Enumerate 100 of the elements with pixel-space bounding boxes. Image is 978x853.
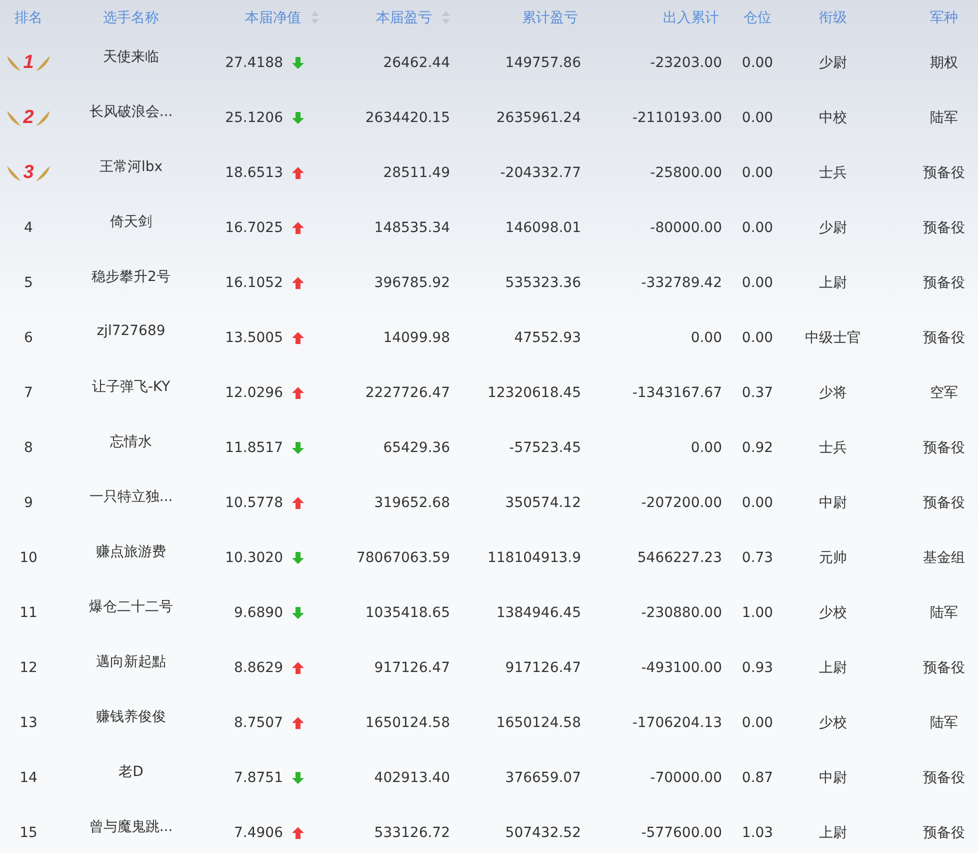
rank-number: 13: [20, 714, 38, 730]
rank-number: 15: [20, 824, 38, 840]
net-inflow-value: -2110193.00: [632, 110, 722, 126]
net-value: 7.8751: [234, 770, 283, 786]
player-name: 忘情水: [110, 433, 152, 451]
service-branch: 陆军: [930, 108, 958, 126]
military-rank: 上尉: [819, 274, 847, 292]
service-branch: 预备役: [923, 164, 965, 182]
player-name: zjl727689: [96, 323, 166, 339]
profit-loss-value: 917126.47: [374, 660, 450, 676]
profit-loss-value: 396785.92: [374, 274, 450, 290]
column-header[interactable]: 本届盈亏: [376, 8, 450, 26]
military-rank: 士兵: [819, 438, 847, 456]
service-branch: 基金组: [923, 548, 965, 566]
military-rank: 士兵: [819, 164, 847, 182]
column-header[interactable]: 选手名称: [103, 8, 159, 26]
service-branch: 预备役: [923, 328, 965, 346]
profit-loss-value: 78067063.59: [356, 550, 450, 566]
net-value: 8.7507: [234, 714, 283, 730]
player-name: 曾与魔鬼跳...: [89, 818, 173, 836]
net-value: 11.8517: [225, 440, 283, 456]
column-header[interactable]: 衔级: [819, 8, 847, 26]
military-rank: 中级士官: [805, 328, 861, 346]
column-header[interactable]: 出入累计: [663, 8, 719, 26]
player-name: 爆仓二十二号: [89, 598, 173, 616]
position-value: 0.92: [742, 440, 774, 456]
net-value: 16.7025: [225, 220, 283, 236]
service-branch: 空军: [930, 384, 958, 402]
service-branch: 预备役: [923, 438, 965, 456]
column-header[interactable]: 军种: [930, 8, 958, 26]
total-profit-loss-value: 47552.93: [514, 330, 581, 346]
column-header[interactable]: 本届净值: [245, 8, 319, 26]
rank-number: 4: [24, 220, 33, 236]
military-rank: 上尉: [819, 824, 847, 842]
player-name: 长风破浪会...: [89, 103, 173, 121]
net-inflow-value: -230880.00: [641, 604, 722, 620]
total-profit-loss-value: 149757.86: [505, 54, 581, 70]
total-profit-loss-value: 376659.07: [505, 770, 581, 786]
net-inflow-value: -70000.00: [650, 770, 722, 786]
net-inflow-value: -80000.00: [650, 220, 722, 236]
position-value: 0.93: [742, 660, 774, 676]
profit-loss-value: 533126.72: [374, 824, 450, 840]
net-inflow-value: -493100.00: [641, 660, 722, 676]
player-name: 老D: [118, 763, 144, 781]
military-rank: 少校: [819, 714, 847, 732]
net-value: 16.1052: [225, 274, 283, 290]
service-branch: 预备役: [923, 658, 965, 676]
service-branch: 期权: [930, 54, 958, 72]
net-inflow-value: 5466227.23: [637, 550, 722, 566]
net-inflow-value: -577600.00: [641, 824, 722, 840]
net-inflow-value: -1706204.13: [632, 714, 722, 730]
total-profit-loss-value: -204332.77: [500, 164, 581, 180]
player-name: 天使来临: [103, 48, 159, 66]
profit-loss-value: 2227726.47: [365, 384, 450, 400]
column-header[interactable]: 累计盈亏: [522, 8, 578, 26]
net-value: 13.5005: [225, 330, 283, 346]
total-profit-loss-value: 118104913.9: [487, 550, 581, 566]
military-rank: 少尉: [819, 218, 847, 236]
rank-number: 9: [24, 494, 33, 510]
profit-loss-value: 319652.68: [374, 494, 450, 510]
net-inflow-value: -25800.00: [650, 164, 722, 180]
military-rank: 元帅: [819, 548, 847, 566]
total-profit-loss-value: -57523.45: [509, 440, 581, 456]
column-header[interactable]: 排名: [14, 8, 42, 26]
position-value: 0.00: [742, 330, 774, 346]
column-header[interactable]: 仓位: [744, 8, 772, 26]
profit-loss-value: 1650124.58: [365, 714, 450, 730]
position-value: 0.00: [742, 54, 774, 70]
net-inflow-value: -207200.00: [641, 494, 722, 510]
net-value: 10.5778: [225, 494, 283, 510]
position-value: 0.00: [742, 714, 774, 730]
sort-icon[interactable]: [442, 11, 450, 24]
total-profit-loss-value: 2635961.24: [496, 110, 581, 126]
position-value: 0.87: [742, 770, 774, 786]
service-branch: 预备役: [923, 274, 965, 292]
service-branch: 预备役: [923, 494, 965, 512]
net-value: 27.4188: [225, 54, 283, 70]
total-profit-loss-value: 917126.47: [505, 660, 581, 676]
sort-icon[interactable]: [311, 11, 319, 24]
rank-number: 6: [24, 330, 33, 346]
profit-loss-value: 402913.40: [374, 770, 450, 786]
net-inflow-value: 0.00: [690, 440, 722, 456]
total-profit-loss-value: 1384946.45: [496, 604, 581, 620]
profit-loss-value: 14099.98: [383, 330, 450, 346]
rank-number: 11: [20, 604, 38, 620]
player-name: 让子弹飞-KY: [92, 378, 170, 396]
military-rank: 中校: [819, 108, 847, 126]
net-value: 10.3020: [225, 550, 283, 566]
net-inflow-value: -23203.00: [650, 54, 722, 70]
service-branch: 预备役: [923, 768, 965, 786]
player-name: 邁向新起點: [96, 653, 166, 671]
net-value: 25.1206: [225, 110, 283, 126]
rank-number: 10: [20, 550, 38, 566]
player-name: 一只特立独...: [89, 488, 173, 506]
profit-loss-value: 1035418.65: [365, 604, 450, 620]
net-value: 8.8629: [234, 660, 283, 676]
profit-loss-value: 28511.49: [383, 164, 450, 180]
total-profit-loss-value: 1650124.58: [496, 714, 581, 730]
rank-number: 5: [24, 274, 33, 290]
rank-number: 7: [24, 384, 33, 400]
